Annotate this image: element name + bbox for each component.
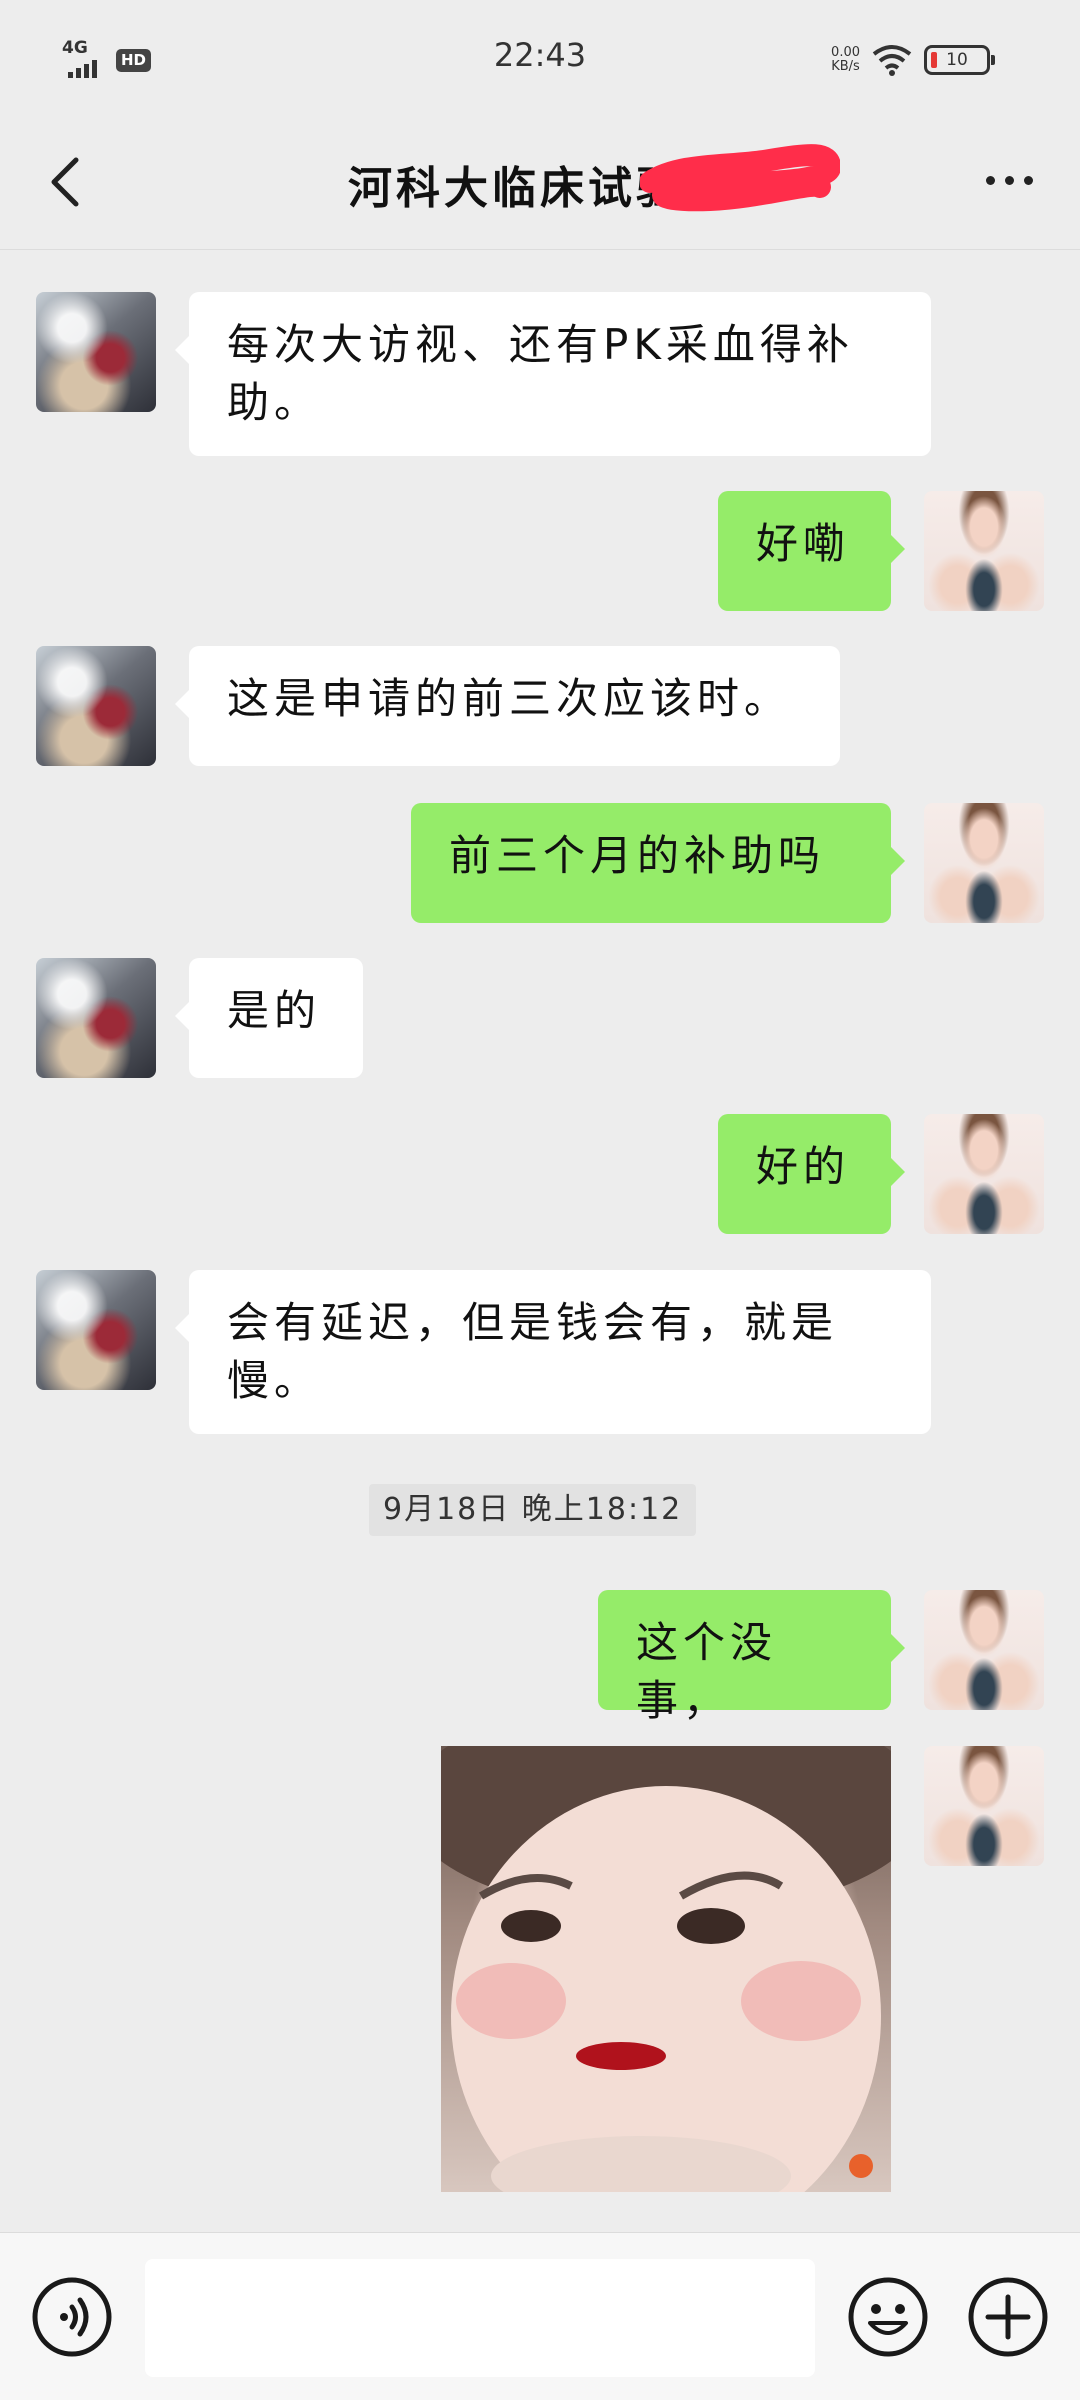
my-avatar[interactable]	[924, 803, 1044, 923]
message-text: 好的	[756, 1142, 851, 1191]
contact-avatar[interactable]	[36, 292, 156, 412]
chat-header: 河科大临床试验王	[0, 120, 1080, 250]
contact-avatar[interactable]	[36, 646, 156, 766]
speed-value: 0.00	[831, 45, 860, 60]
contact-avatar[interactable]	[36, 1270, 156, 1390]
message-sent[interactable]: 好的	[718, 1114, 905, 1234]
hd-badge: HD	[116, 48, 152, 72]
message-received[interactable]: 是的	[175, 958, 363, 1078]
message-text: 好嘞	[756, 519, 851, 568]
message-sent[interactable]: 这个没事，	[598, 1590, 905, 1725]
message-text: 前三个月的补助吗	[449, 831, 826, 880]
signal-icon: 4G	[62, 38, 106, 78]
my-avatar[interactable]	[924, 491, 1044, 611]
redaction-scribble	[640, 144, 840, 212]
my-avatar[interactable]	[924, 1746, 1044, 1866]
message-received[interactable]: 这是申请的前三次应该时。	[175, 646, 840, 766]
message-text: 这是申请的前三次应该时。	[227, 674, 792, 723]
emoji-icon[interactable]	[846, 2275, 930, 2359]
status-right: 0.00 KB/s 10	[831, 44, 995, 76]
message-input[interactable]	[145, 2259, 815, 2377]
my-avatar[interactable]	[924, 1590, 1044, 1710]
status-bar: 4G HD 0.00 KB/s 10	[0, 0, 1080, 120]
battery-level: 10	[946, 50, 968, 70]
message-text: 会有延迟，但是钱会有，就是慢。	[227, 1298, 839, 1405]
timestamp-divider: 9月18日 晚上18:12	[369, 1484, 697, 1536]
sticker-face-graphic	[441, 1746, 891, 2192]
chat-title: 河科大临床试验王	[348, 163, 732, 214]
contact-avatar[interactable]	[36, 958, 156, 1078]
status-left: 4G HD	[62, 38, 152, 78]
message-text: 每次大访视、还有PK采血得补助。	[227, 320, 854, 427]
battery-icon: 10	[924, 45, 995, 75]
my-avatar[interactable]	[924, 1114, 1044, 1234]
voice-icon[interactable]	[30, 2275, 114, 2359]
message-received[interactable]: 会有延迟，但是钱会有，就是慢。	[175, 1270, 931, 1434]
wifi-icon	[872, 45, 912, 76]
sticker-photo[interactable]	[441, 1746, 891, 2192]
more-dots-icon[interactable]	[974, 160, 1044, 200]
plus-icon[interactable]	[966, 2275, 1050, 2359]
message-sent[interactable]: 好嘞	[718, 491, 905, 611]
network-type: 4G	[62, 38, 88, 58]
message-text: 是的	[227, 986, 322, 1035]
speed-unit: KB/s	[831, 59, 860, 74]
message-sent[interactable]: 前三个月的补助吗	[411, 803, 905, 923]
chat-input-bar	[0, 2232, 1080, 2400]
network-speed: 0.00 KB/s	[831, 46, 860, 74]
message-text: 这个没事，	[636, 1618, 778, 1725]
message-received[interactable]: 每次大访视、还有PK采血得补助。	[175, 292, 931, 456]
